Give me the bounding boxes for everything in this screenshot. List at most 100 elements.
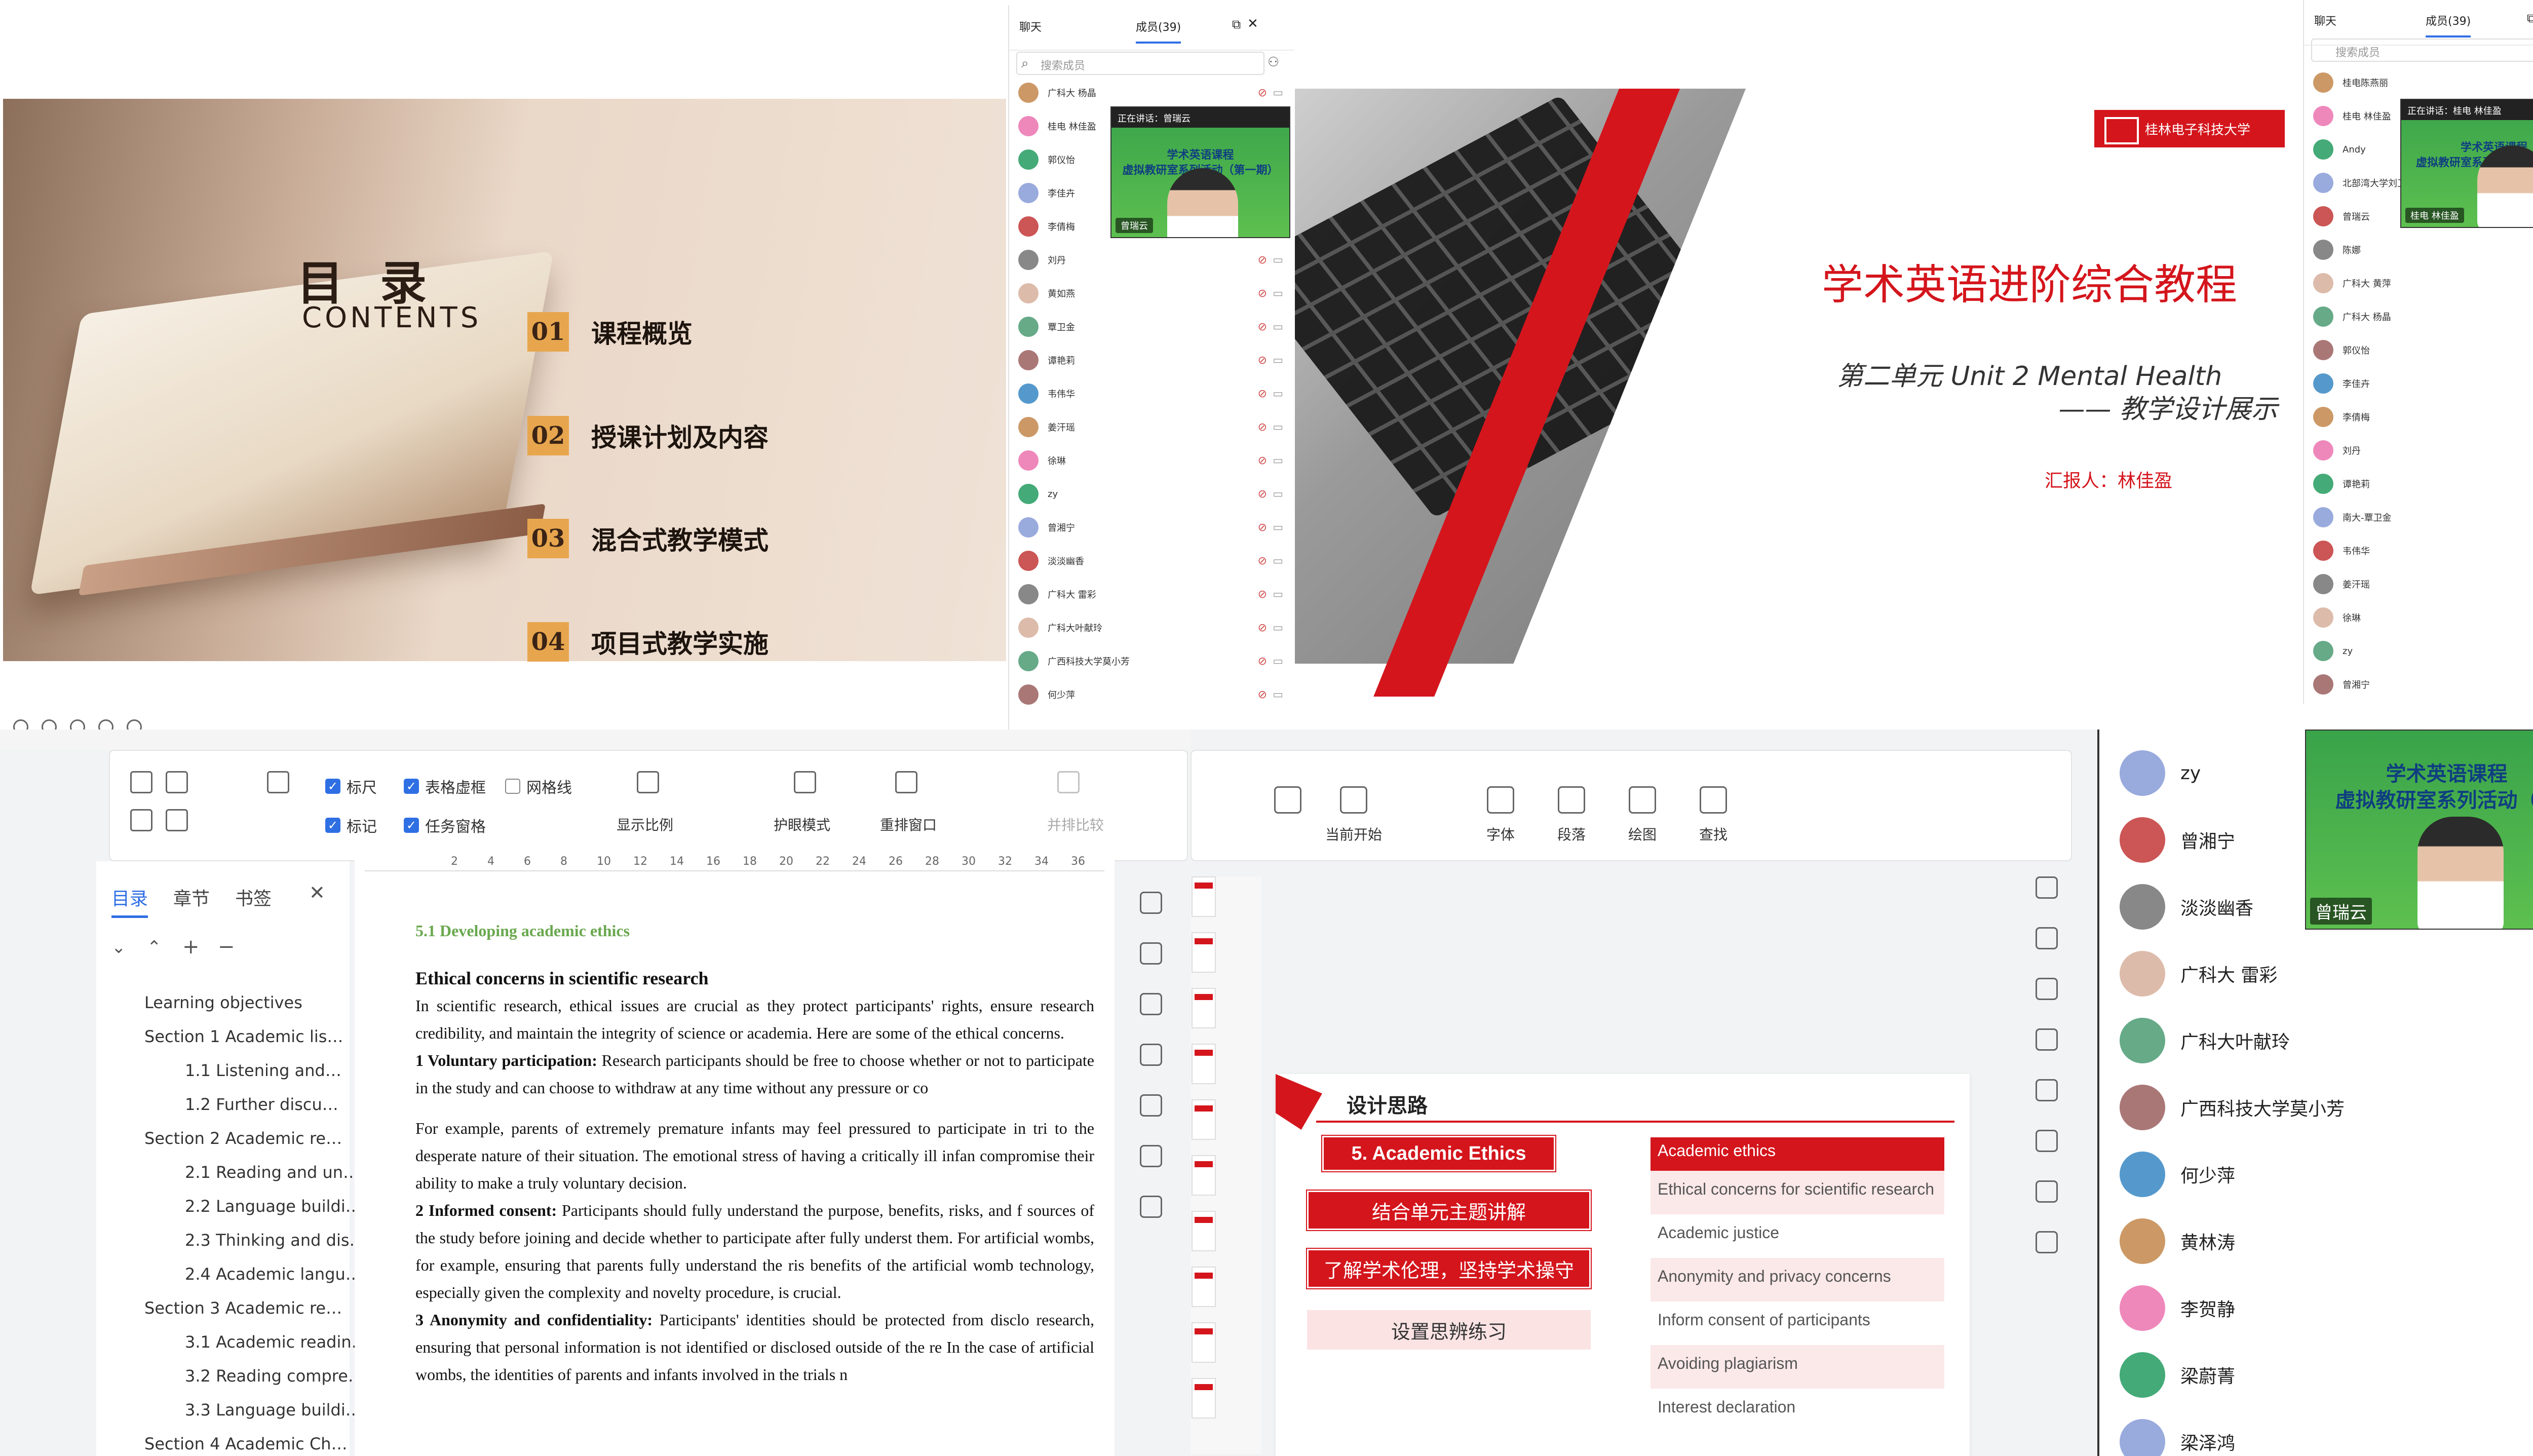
tab-members[interactable]: 成员(39)	[1136, 18, 1181, 44]
animation-icon[interactable]	[1140, 1145, 1162, 1167]
fullscreen-icon[interactable]	[130, 771, 152, 793]
tab-members[interactable]: 成员(39)	[2426, 12, 2471, 37]
member-row[interactable]: 覃卫金 ⊘ ▭	[1009, 310, 1294, 343]
member-row[interactable]: 广科大 杨晶 ⊘ ▭	[1009, 76, 1294, 109]
member-row[interactable]: 郭仪怡⊘▭	[2304, 333, 2533, 367]
toc-entry[interactable]: Section 3 Academic re…	[144, 1298, 342, 1318]
from-start-button[interactable]: 当前开始	[1318, 786, 1389, 844]
tab-chat[interactable]: 聊天	[1019, 18, 1042, 34]
camera-icon[interactable]: ▭	[1273, 454, 1283, 467]
mic-muted-icon[interactable]: ⊘	[1258, 287, 1267, 300]
toc-entry[interactable]: 3.3 Language buildi…	[185, 1400, 362, 1420]
adjust-icon[interactable]	[2036, 876, 2058, 899]
member-row[interactable]: 广科大 雷彩	[2099, 940, 2277, 1007]
member-row[interactable]: zy⊘▭	[1009, 477, 1294, 511]
read-icon[interactable]	[130, 809, 152, 831]
laser-icon[interactable]	[70, 719, 85, 730]
rearrange-icon[interactable]	[895, 771, 917, 793]
close-icon[interactable]: ✕	[1247, 16, 1258, 31]
speaker-video[interactable]: 正在讲话：曾瑞云 学术英语课程虚拟教研室系列活动（第一期） 曾瑞云	[1110, 106, 1290, 238]
member-row[interactable]: 曾湘宁⊘▭	[2304, 668, 2533, 701]
mic-muted-icon[interactable]: ⊘	[1258, 388, 1267, 400]
member-row[interactable]: 何少萍	[2099, 1141, 2235, 1208]
adjust-icon[interactable]	[1140, 942, 1162, 965]
member-row[interactable]: 徐琳⊘▭	[2304, 601, 2533, 634]
camera-icon[interactable]: ▭	[1273, 488, 1283, 501]
pen-icon[interactable]	[42, 719, 57, 730]
zoom-icon[interactable]	[637, 771, 659, 793]
mic-muted-icon[interactable]: ⊘	[1258, 488, 1267, 501]
camera-icon[interactable]: ▭	[1273, 354, 1283, 367]
document-body[interactable]: 5.1 Developing academic ethics Ethical c…	[415, 917, 1094, 1388]
mic-muted-icon[interactable]: ⊘	[1258, 454, 1267, 467]
member-row[interactable]: 刘丹 ⊘ ▭	[1009, 243, 1294, 277]
task-pane-checkbox[interactable]: ✓ 任务窗格	[404, 814, 486, 836]
member-row[interactable]: 姜汗瑶 ⊘ ▭	[1009, 410, 1294, 444]
animation-icon[interactable]	[2036, 1130, 2058, 1152]
toc-entry[interactable]: 1.2 Further discu…	[185, 1095, 338, 1114]
camera-icon[interactable]: ▭	[1273, 555, 1283, 567]
thumbnail[interactable]	[1192, 988, 1216, 1028]
nav-close-icon[interactable]: ✕	[309, 882, 325, 904]
member-search-input[interactable]: 搜索成员	[1016, 52, 1264, 75]
pen-icon[interactable]	[1140, 892, 1162, 914]
toc-entry[interactable]: Section 2 Academic re…	[144, 1129, 342, 1148]
tab-chapters[interactable]: 章节	[173, 884, 210, 918]
camera-icon[interactable]: ▭	[1273, 254, 1283, 266]
thumbnail[interactable]	[1192, 1322, 1216, 1363]
member-row[interactable]: 李佳卉⊘▭	[2304, 367, 2533, 400]
member-row[interactable]: 淡淡幽香	[2099, 873, 2253, 940]
table-grid-checkbox[interactable]: ✓ 表格虚框	[404, 775, 486, 797]
mic-muted-icon[interactable]: ⊘	[1258, 254, 1267, 266]
tab-bookmarks[interactable]: 书签	[235, 884, 272, 918]
help-icon[interactable]	[2036, 1231, 2058, 1253]
book-icon[interactable]	[2036, 1180, 2058, 1203]
font-button[interactable]: 字体	[1465, 786, 1536, 844]
toc-entry[interactable]: Learning objectives	[144, 993, 302, 1012]
remove-heading-icon[interactable]: −	[218, 935, 235, 959]
member-row[interactable]: 广科大叶献玲	[2099, 1007, 2290, 1074]
member-row[interactable]: 广科大 雷彩 ⊘ ▭	[1009, 578, 1294, 611]
help-icon[interactable]	[1140, 1196, 1162, 1218]
member-row[interactable]: 陈娜⊘▭	[2304, 233, 2533, 266]
member-row[interactable]: 梁泽鸿	[2099, 1408, 2235, 1456]
member-row[interactable]: zy⊘▭	[2304, 634, 2533, 668]
mic-muted-icon[interactable]: ⊘	[1258, 354, 1267, 367]
member-row[interactable]: 梁蔚菁	[2099, 1342, 2235, 1408]
mic-muted-icon[interactable]: ⊘	[1258, 588, 1267, 601]
camera-icon[interactable]: ▭	[1273, 622, 1283, 634]
compare-icon[interactable]	[1057, 771, 1080, 793]
mic-muted-icon[interactable]: ⊘	[1258, 688, 1267, 701]
toc-entry[interactable]: 2.4 Academic langu…	[185, 1265, 362, 1284]
mic-muted-icon[interactable]: ⊘	[1258, 421, 1267, 434]
thumbnail[interactable]	[1192, 1155, 1216, 1196]
speaker-video[interactable]: 学术英语课程虚拟教研室系列活动（第 曾瑞云	[2305, 730, 2533, 930]
camera-icon[interactable]: ▭	[1273, 287, 1283, 300]
member-row[interactable]: 徐琳⊘▭	[1009, 444, 1294, 477]
mic-muted-icon[interactable]: ⊘	[1258, 555, 1267, 567]
member-row[interactable]: 李贺静	[2099, 1275, 2235, 1342]
more-icon[interactable]	[127, 719, 142, 730]
slide-controls[interactable]	[13, 719, 142, 730]
member-row[interactable]: 淡淡幽香 ⊘ ▭	[1009, 544, 1294, 578]
member-search-input[interactable]: 搜索成员	[2311, 39, 2533, 62]
member-row[interactable]: 何少萍 ⊘ ▭	[1009, 678, 1294, 711]
thumbnail[interactable]	[1192, 876, 1216, 917]
mic-muted-icon[interactable]: ⊘	[1258, 321, 1267, 333]
thumbnail[interactable]	[1192, 1211, 1216, 1251]
member-row[interactable]: 黄如燕 ⊘ ▭	[1009, 277, 1294, 310]
shape-icon[interactable]	[2036, 1079, 2058, 1101]
cut-button[interactable]	[1252, 786, 1323, 824]
camera-icon[interactable]: ▭	[1273, 421, 1283, 434]
toc-entry[interactable]: Section 4 Academic Ch…	[144, 1434, 348, 1453]
add-member-icon[interactable]: ⚇	[1268, 55, 1279, 70]
draw-button[interactable]: 绘图	[1607, 786, 1678, 844]
member-row[interactable]: 韦伟华⊘▭	[2304, 534, 2533, 567]
popout-icon[interactable]: ⧉	[1232, 17, 1241, 31]
add-heading-icon[interactable]: +	[182, 935, 200, 959]
tools-icon[interactable]	[2036, 1028, 2058, 1051]
thumbnail[interactable]	[1192, 1044, 1216, 1084]
toc-entry[interactable]: 1.1 Listening and…	[185, 1061, 341, 1080]
member-row[interactable]: 黄林涛	[2099, 1208, 2235, 1275]
grid-icon[interactable]	[98, 719, 113, 730]
